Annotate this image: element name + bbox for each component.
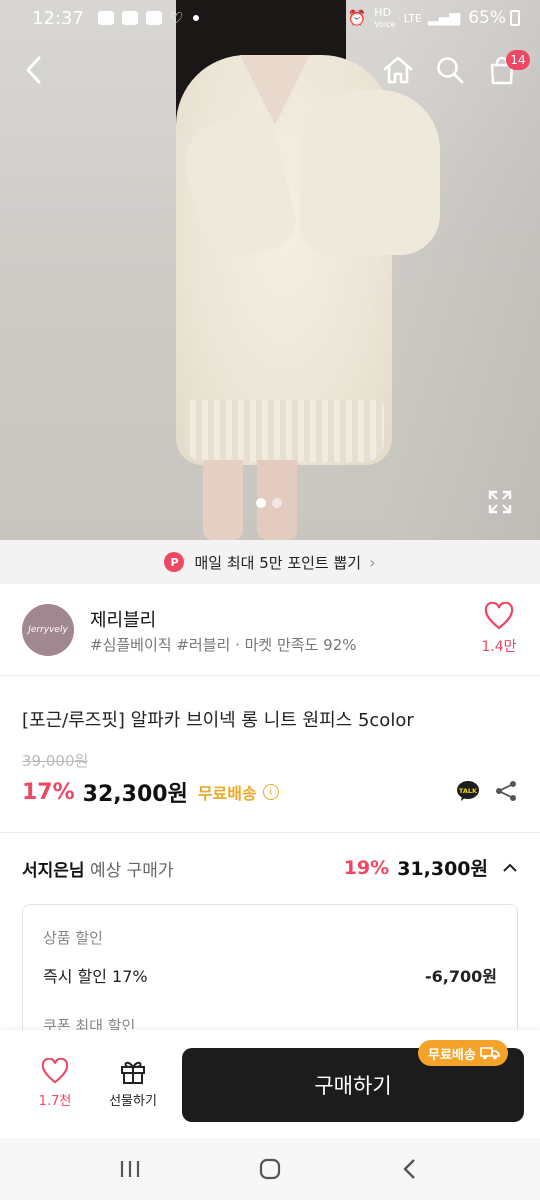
like-count: 1.7천 [38, 1094, 72, 1109]
collapse-toggle[interactable] [502, 860, 518, 876]
expected-price-caption: 예상 구매가 [89, 861, 174, 881]
fullscreen-button[interactable] [484, 486, 516, 518]
section-divider [0, 832, 540, 833]
share-button[interactable] [494, 779, 518, 803]
store-avatar[interactable]: Jerryvely [22, 604, 74, 656]
share-icon [496, 781, 516, 801]
app-notification-icon [145, 11, 162, 25]
recent-apps-button[interactable] [110, 1149, 150, 1189]
search-icon [437, 57, 464, 84]
heart-outline-icon [484, 601, 514, 630]
image-pager [256, 498, 282, 508]
cart-count-badge: 14 [506, 50, 530, 70]
home-icon [383, 56, 413, 84]
heart-notification-icon: ♡ [169, 9, 184, 27]
expected-discount-rate: 19% [343, 856, 390, 879]
model-leg [203, 460, 243, 540]
gift-label: 선물하기 [109, 1094, 157, 1109]
status-time: 12:37 [32, 7, 84, 29]
store-info[interactable]: Jerryvely 제리블리 #심플베이직 #러블리 · 마켓 만족도 92% … [0, 584, 540, 676]
instant-discount-value: -6,700원 [425, 967, 497, 986]
back-system-button[interactable] [390, 1149, 430, 1189]
heart-outline-icon [41, 1057, 69, 1084]
bottom-action-bar: 1.7천 선물하기 구매하기 무료배송 [0, 1030, 540, 1138]
point-icon: P [164, 552, 185, 572]
back-button[interactable] [12, 44, 56, 96]
sale-price: 32,300원 [82, 782, 188, 807]
talk-button[interactable]: TALK [456, 779, 480, 803]
instant-discount-label: 즉시 할인 17% [43, 967, 148, 986]
product-page: 12:37 ♡ ⏰ HD Voice LTE ▂▄▆ 65% 14 P 매일 최… [0, 0, 540, 1200]
top-navigation [0, 44, 540, 96]
signal-icon: ▂▄▆ [427, 10, 461, 26]
status-bar: 12:37 ♡ ⏰ HD Voice LTE ▂▄▆ 65% [0, 0, 540, 36]
store-tags: #심플베이직 #러블리 · 마켓 만족도 92% [90, 636, 357, 654]
alarm-icon: ⏰ [347, 9, 367, 27]
free-shipping-label: 무료배송 [197, 784, 257, 803]
recent-apps-icon [120, 1161, 140, 1177]
more-notifications-icon [193, 15, 200, 21]
system-navigation-bar [0, 1138, 540, 1200]
message-icon [97, 11, 114, 25]
gift-icon [121, 1061, 145, 1084]
chevron-right-icon: › [369, 552, 376, 572]
svg-text:TALK: TALK [459, 787, 478, 795]
model-hem [184, 400, 384, 462]
chevron-up-icon [503, 863, 517, 872]
pager-dot-active[interactable] [256, 498, 266, 508]
hd-voice-indicator: HD Voice [374, 7, 395, 29]
expected-price-value: 31,300원 [397, 858, 488, 880]
banner-text: 매일 최대 5만 포인트 뽑기 [194, 553, 362, 572]
search-button[interactable] [428, 44, 472, 96]
product-discount-header: 상품 할인 [43, 929, 103, 947]
back-chevron-icon [403, 1159, 415, 1179]
expected-price[interactable]: 19% 31,300원 [344, 854, 518, 881]
truck-icon [480, 1047, 500, 1060]
point-event-banner[interactable]: P 매일 최대 5만 포인트 뽑기 › [0, 540, 540, 584]
expand-icon [488, 490, 512, 514]
gift-button[interactable]: 선물하기 [100, 1058, 166, 1109]
talk-chat-icon: TALK [457, 781, 479, 801]
like-button[interactable]: 1.7천 [22, 1057, 88, 1109]
battery-icon [510, 10, 520, 26]
original-price: 39,000원 [22, 752, 89, 770]
product-title: [포근/루즈핏] 알파카 브이넥 롱 니트 원피스 5color [22, 710, 414, 731]
user-name: 서지은님 [22, 861, 85, 881]
info-icon[interactable]: i [262, 784, 279, 800]
hd-label: HD [374, 6, 392, 19]
ship-chip-label: 무료배송 [428, 1047, 476, 1063]
model-sleeve [300, 90, 440, 255]
home-button[interactable] [376, 44, 420, 96]
free-shipping-chip: 무료배송 [418, 1040, 508, 1066]
expected-price-label: 서지은님 예상 구매가 [22, 856, 174, 881]
discount-rate: 17% [22, 779, 75, 805]
network-indicator: LTE [403, 11, 422, 25]
voice-label: Voice [374, 20, 396, 29]
home-circle-icon [259, 1158, 281, 1180]
home-system-button[interactable] [250, 1149, 290, 1189]
store-favorite-count: 1.4만 [481, 639, 517, 655]
price-row: 17% 32,300원 무료배송 i [22, 776, 279, 808]
talk-notification-icon [121, 11, 138, 25]
store-name[interactable]: 제리블리 [90, 606, 156, 632]
back-arrow-icon [26, 56, 41, 84]
pager-dot[interactable] [272, 498, 282, 508]
store-favorite-button[interactable]: 1.4만 [476, 601, 522, 656]
battery-level: 65% [468, 8, 506, 28]
